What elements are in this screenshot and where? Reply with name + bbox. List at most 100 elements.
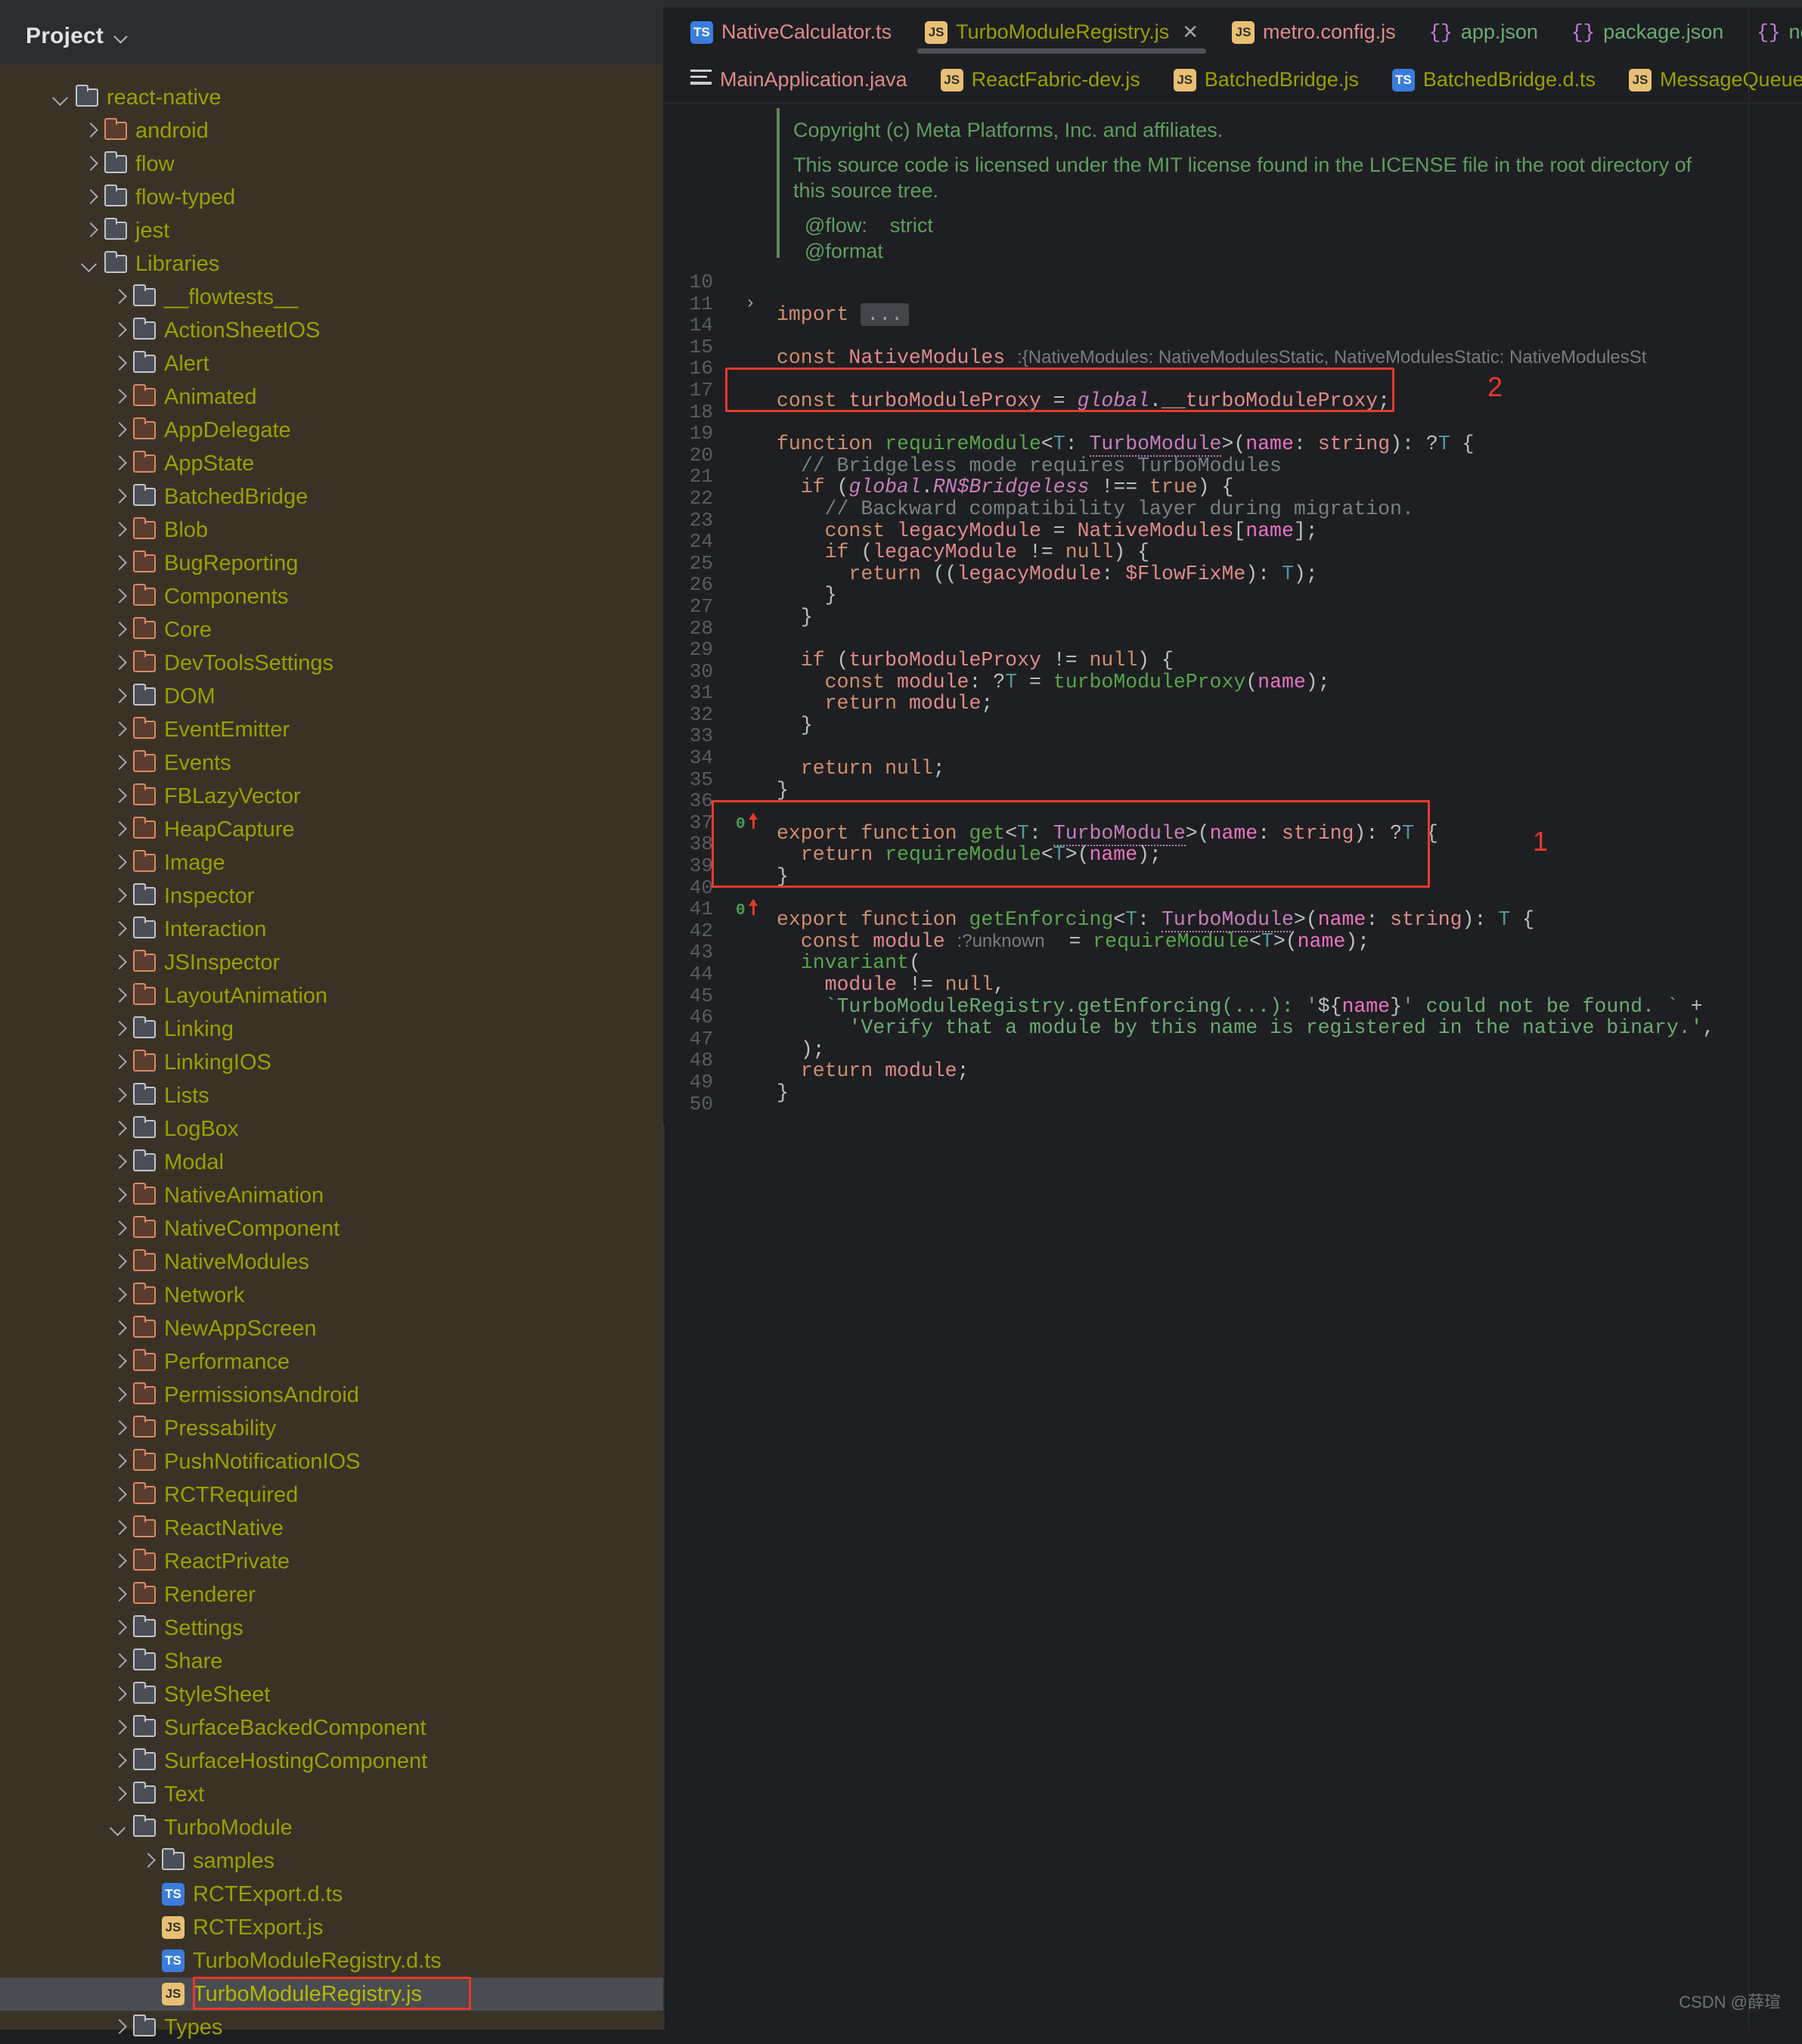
code-content[interactable]: Copyright (c) Meta Platforms, Inc. and a…	[777, 104, 1802, 1125]
chevron-right-icon[interactable]	[104, 715, 133, 744]
tree-folder-row[interactable]: Renderer	[0, 1578, 663, 1611]
chevron-right-icon[interactable]	[104, 1214, 133, 1243]
chevron-right-icon[interactable]	[104, 749, 133, 777]
line-number[interactable]: 46	[663, 1006, 725, 1028]
gutter-marker-slot[interactable]: 0	[725, 898, 777, 920]
code-line[interactable]: import ...	[777, 302, 1802, 326]
tree-folder-row[interactable]: Performance	[0, 1345, 663, 1379]
editor-tab[interactable]: {} node_m	[1740, 8, 1802, 57]
code-line[interactable]: const module: ?T = turboModuleProxy(name…	[777, 671, 1802, 693]
chevron-right-icon[interactable]	[104, 283, 133, 312]
tree-folder-row[interactable]: ReactNative	[0, 1512, 663, 1545]
chevron-right-icon[interactable]	[104, 1281, 133, 1310]
chevron-right-icon[interactable]	[104, 1115, 133, 1143]
gutter-marker-slot[interactable]	[725, 1050, 777, 1072]
tree-folder-row[interactable]: Share	[0, 1645, 663, 1678]
chevron-right-icon[interactable]	[104, 1614, 133, 1642]
tree-folder-row[interactable]: Linking	[0, 1013, 663, 1046]
code-line[interactable]	[777, 1104, 1802, 1126]
line-number[interactable]: 25	[663, 553, 725, 575]
chevron-right-icon[interactable]	[104, 316, 133, 345]
line-number[interactable]: 17	[663, 380, 725, 402]
tree-folder-row[interactable]: JSInspector	[0, 946, 663, 979]
tree-folder-row[interactable]: PushNotificationIOS	[0, 1445, 663, 1478]
code-line[interactable]: return module;	[777, 693, 1802, 715]
usage-marker-icon[interactable]: 0	[736, 898, 771, 920]
tree-folder-row[interactable]: flow-typed	[0, 181, 663, 214]
code-line[interactable]	[777, 888, 1802, 910]
chevron-right-icon[interactable]	[104, 1181, 133, 1210]
gutter-marker-slot[interactable]: 0	[725, 812, 777, 834]
line-number[interactable]: 43	[663, 941, 725, 963]
gutter-marker-slot[interactable]	[725, 941, 777, 963]
tree-folder-row[interactable]: AppDelegate	[0, 414, 663, 447]
tree-folder-row[interactable]: NativeAnimation	[0, 1179, 663, 1212]
tree-folder-row[interactable]: TurboModule	[0, 1811, 663, 1844]
line-number[interactable]: 20	[663, 445, 725, 467]
gutter-marker-slot[interactable]	[725, 920, 777, 942]
chevron-right-icon[interactable]	[104, 982, 133, 1010]
close-icon[interactable]: ✕	[1182, 20, 1199, 44]
tree-folder-row[interactable]: BugReporting	[0, 547, 663, 580]
line-number[interactable]: 41	[663, 898, 725, 920]
line-number[interactable]: 14	[663, 315, 725, 337]
chevron-right-icon[interactable]	[104, 1647, 133, 1676]
tree-folder-row[interactable]: NewAppScreen	[0, 1312, 663, 1345]
line-number[interactable]: 23	[663, 509, 725, 532]
chevron-right-icon[interactable]	[104, 1048, 133, 1077]
line-number[interactable]: 38	[663, 833, 725, 855]
gutter-marker-slot[interactable]	[725, 790, 777, 812]
chevron-right-icon[interactable]	[76, 150, 104, 178]
code-line[interactable]: // Bridgeless mode requires TurboModules	[777, 454, 1802, 477]
tree-folder-row[interactable]: flow	[0, 147, 663, 181]
gutter-marker-slot[interactable]	[725, 402, 777, 423]
chevron-right-icon[interactable]	[104, 449, 133, 478]
editor-tab[interactable]: JS TurboModuleRegistry.js ✕	[908, 8, 1215, 57]
tree-folder-row[interactable]: Inspector	[0, 879, 663, 913]
tree-folder-row[interactable]: RCTRequired	[0, 1478, 663, 1512]
tree-folder-row[interactable]: PermissionsAndroid	[0, 1379, 663, 1412]
tree-folder-row[interactable]: NativeComponent	[0, 1212, 663, 1245]
line-number[interactable]: 19	[663, 423, 725, 445]
tree-folder-row[interactable]: DevToolsSettings	[0, 647, 663, 680]
line-number[interactable]: 48	[663, 1050, 725, 1072]
code-line[interactable]: }	[777, 606, 1802, 628]
line-number[interactable]: 28	[663, 617, 725, 640]
chevron-right-icon[interactable]	[104, 1481, 133, 1509]
line-number[interactable]: 33	[663, 725, 725, 747]
tree-folder-row[interactable]: SurfaceHostingComponent	[0, 1745, 663, 1778]
tree-folder-row[interactable]: Alert	[0, 347, 663, 380]
tree-folder-row[interactable]: Text	[0, 1778, 663, 1811]
gutter-marker-slot[interactable]	[725, 271, 777, 293]
editor-tabs-row-1[interactable]: TS NativeCalculator.ts JS TurboModuleRegist…	[663, 8, 1802, 57]
code-line[interactable]: }	[777, 779, 1802, 802]
line-number[interactable]: 22	[663, 488, 725, 510]
chevron-right-icon[interactable]	[104, 1747, 133, 1776]
tree-folder-row[interactable]: Modal	[0, 1146, 663, 1179]
line-number[interactable]: 31	[663, 682, 725, 704]
chevron-right-icon[interactable]	[104, 349, 133, 378]
code-line[interactable]	[777, 736, 1802, 758]
chevron-right-icon[interactable]	[104, 1148, 133, 1177]
line-number[interactable]: 29	[663, 639, 725, 661]
chevron-right-icon[interactable]	[104, 1780, 133, 1809]
tree-folder-row[interactable]: LinkingIOS	[0, 1046, 663, 1079]
gutter-marker-slot[interactable]: ›	[725, 293, 777, 315]
gutter-marker-slot[interactable]	[725, 725, 777, 747]
gutter-marker-slot[interactable]	[725, 596, 777, 618]
gutter-marker-slot[interactable]	[725, 1006, 777, 1028]
gutter-marker-slot[interactable]	[725, 1028, 777, 1050]
line-number[interactable]: 32	[663, 704, 725, 726]
gutter-marker-slot[interactable]	[725, 704, 777, 726]
chevron-right-icon[interactable]	[104, 1381, 133, 1410]
editor-tab[interactable]: MainApplication.java	[674, 57, 924, 103]
code-line[interactable]: }	[777, 1082, 1802, 1104]
project-file-tree[interactable]: react-native android flow flow-typed jest Lib…	[0, 64, 663, 2044]
line-number[interactable]: 35	[663, 769, 725, 791]
tree-folder-row[interactable]: Events	[0, 746, 663, 780]
chevron-down-icon[interactable]	[76, 250, 104, 278]
chevron-right-icon[interactable]	[104, 582, 133, 611]
tree-folder-row[interactable]: BatchedBridge	[0, 480, 663, 513]
line-number[interactable]: 44	[663, 963, 725, 985]
code-line[interactable]: }	[777, 585, 1802, 606]
